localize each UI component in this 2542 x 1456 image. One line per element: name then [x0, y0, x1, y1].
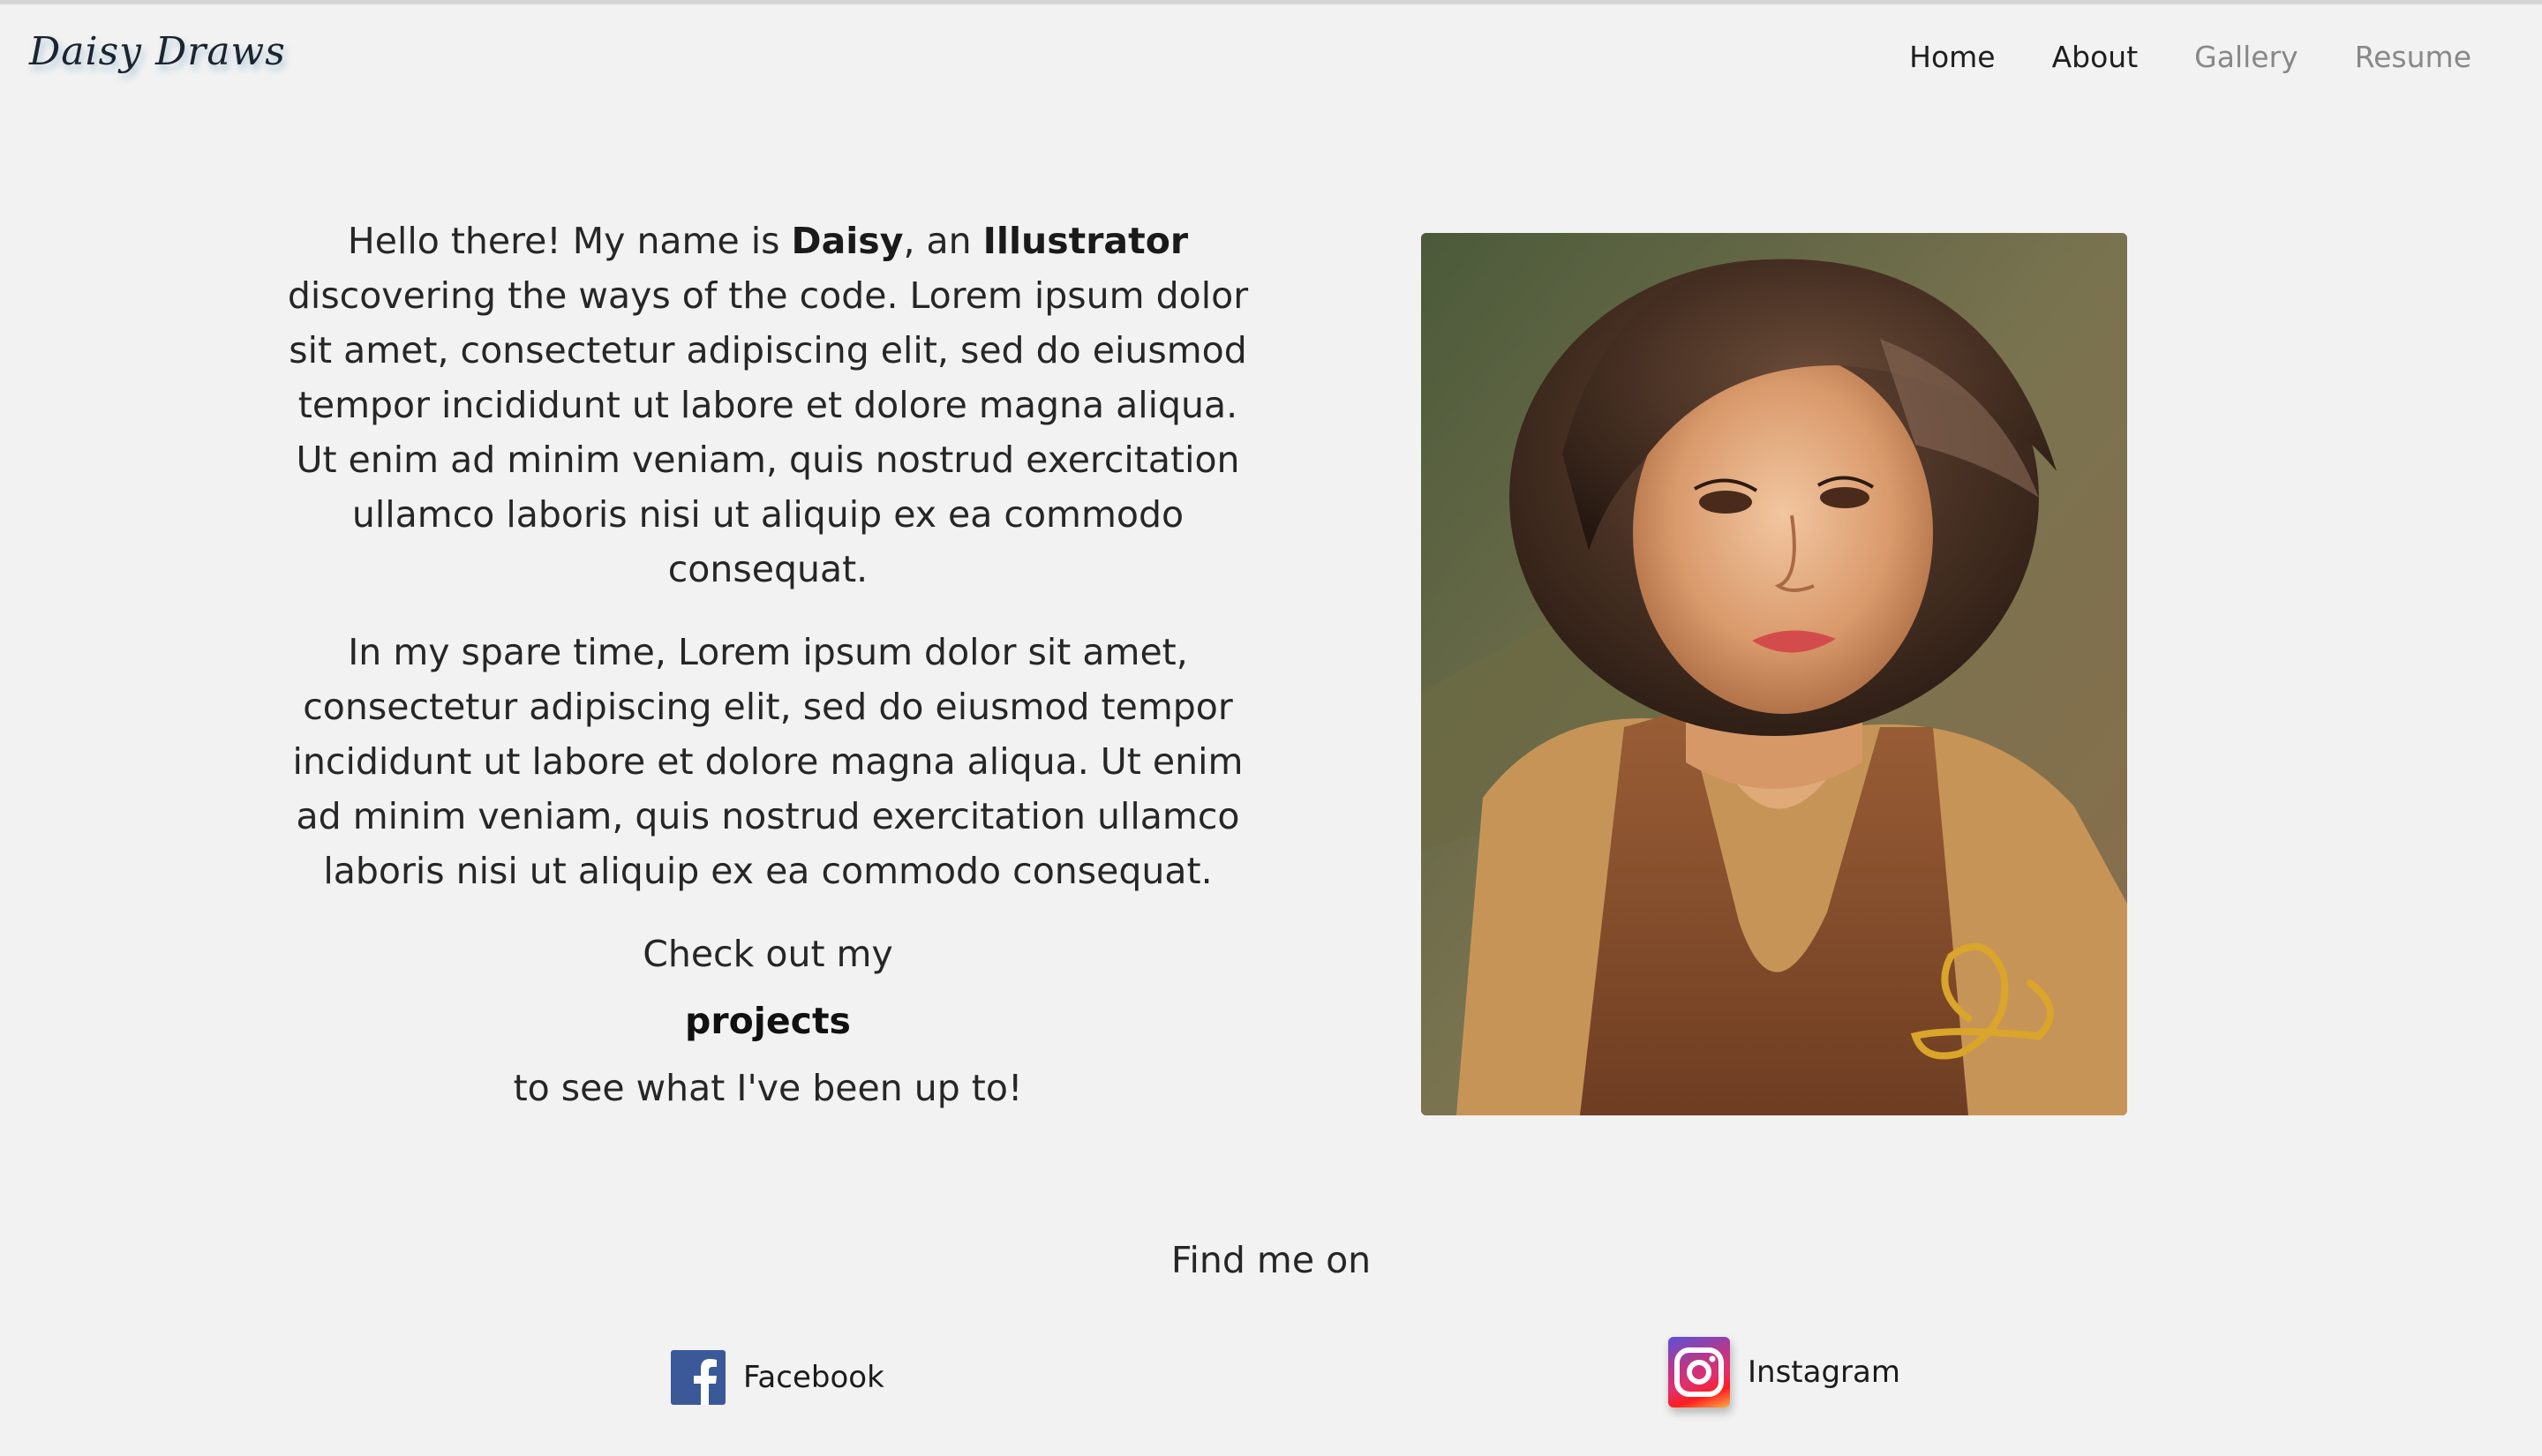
nav-home-link[interactable]: Home: [1909, 40, 1995, 74]
facebook-link[interactable]: Facebook: [671, 1350, 884, 1405]
cta-after-text: to see what I've been up to!: [513, 1067, 1023, 1109]
find-me-heading: Find me on: [1170, 1239, 1372, 1281]
nav-gallery-link[interactable]: Gallery: [2194, 40, 2298, 74]
role-highlight: Illustrator: [982, 220, 1189, 262]
portrait-artwork: [1421, 233, 2127, 1115]
projects-link[interactable]: projects: [685, 994, 851, 1048]
spare-time-paragraph: In my spare time, Lorem ipsum dolor sit …: [292, 631, 1244, 892]
facebook-icon: [671, 1350, 726, 1405]
site-header: Daisy Draws Home About Gallery Resume: [0, 4, 2542, 119]
main-nav: Home About Gallery Resume: [1909, 40, 2471, 74]
nav-resume-link[interactable]: Resume: [2355, 40, 2471, 74]
portrait-illustration: [1421, 233, 2127, 1115]
name-highlight: Daisy: [791, 220, 904, 262]
cta-before-text: Check out my: [643, 933, 893, 975]
instagram-label: Instagram: [1748, 1355, 1900, 1390]
instagram-link[interactable]: Instagram: [1668, 1337, 1900, 1407]
instagram-icon: [1668, 1337, 1730, 1407]
intro-paragraph: Hello there! My name is Daisy, an Illust…: [287, 220, 1249, 590]
brand-logo-link[interactable]: Daisy Draws: [29, 29, 286, 74]
facebook-label: Facebook: [743, 1360, 884, 1395]
nav-about-link[interactable]: About: [2052, 40, 2139, 74]
intro-section: Hello there! My name is Daisy, an Illust…: [287, 214, 1249, 1115]
